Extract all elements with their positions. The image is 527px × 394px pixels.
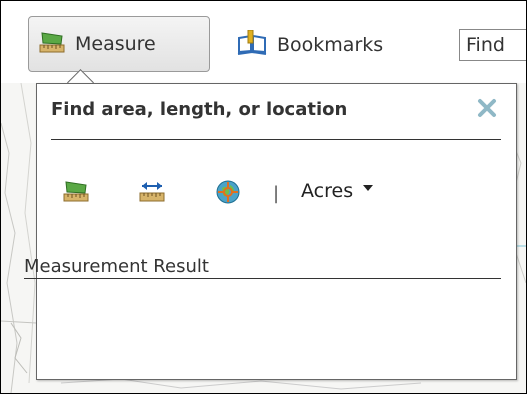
find-search-input[interactable]	[459, 29, 526, 61]
area-tool-icon[interactable]	[63, 179, 89, 207]
bookmarks-button-label: Bookmarks	[277, 34, 384, 56]
app-frame: Measure Bookmarks Find Find area, length…	[0, 0, 527, 394]
location-tool-icon[interactable]	[215, 179, 241, 209]
result-divider	[24, 278, 501, 279]
measurement-result-label: Measurement Result	[24, 256, 209, 277]
measure-panel: Find area, length, or location | Acres M…	[24, 83, 517, 380]
unit-dropdown[interactable]: Acres	[301, 180, 374, 202]
measure-button[interactable]: Measure	[28, 16, 210, 72]
caret-down-icon	[363, 185, 374, 191]
tool-separator: |	[273, 183, 280, 204]
measure-button-label: Measure	[75, 33, 156, 55]
close-icon[interactable]	[477, 98, 497, 122]
distance-tool-icon[interactable]	[139, 179, 165, 207]
measure-icon	[39, 31, 65, 58]
title-divider	[51, 139, 501, 140]
panel-title: Find area, length, or location	[51, 99, 348, 120]
unit-dropdown-value: Acres	[301, 180, 354, 202]
bookmark-book-icon	[237, 29, 267, 61]
bookmarks-button[interactable]: Bookmarks	[237, 29, 384, 61]
